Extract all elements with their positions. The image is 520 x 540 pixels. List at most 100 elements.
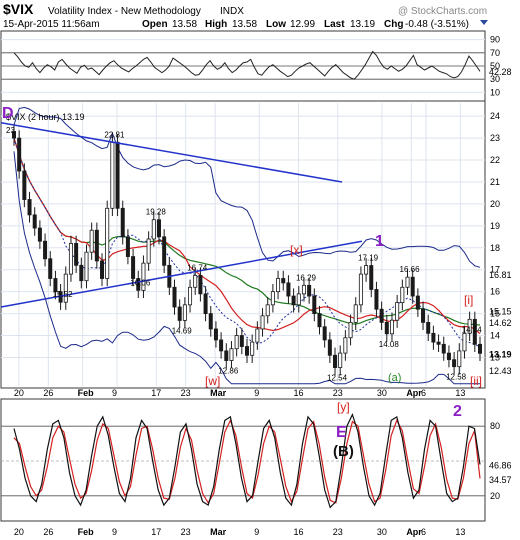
x-axis-label-bottom: 20 <box>14 527 24 537</box>
candle-body <box>203 293 208 315</box>
candle-body <box>369 265 374 290</box>
x-axis-label: 16 <box>294 388 304 398</box>
candle-body <box>426 321 431 334</box>
wave-label-b: (B) <box>333 443 354 460</box>
wave-label-2: 2 <box>453 403 462 420</box>
wave-label-e: E <box>336 424 347 441</box>
price-point-label: 16.06 <box>130 278 151 287</box>
open-label: Open <box>142 19 168 30</box>
price-tick-label: 21 <box>490 177 500 187</box>
candle-body <box>477 343 482 354</box>
x-axis-label: 30 <box>377 388 387 398</box>
candle-body <box>436 341 441 345</box>
candle-body <box>89 229 94 253</box>
candle-body <box>327 339 332 356</box>
x-axis-label-bottom: 6 <box>421 527 426 537</box>
candle-body <box>312 295 317 315</box>
price-tick-label: 19 <box>490 221 500 231</box>
price-right-label: 14.62 <box>489 318 512 328</box>
candle-body <box>441 343 446 354</box>
candle-body <box>431 332 436 343</box>
wave-label-d: D <box>2 105 14 122</box>
candle-body <box>317 313 322 328</box>
candle-body <box>457 350 462 368</box>
price-tick-label: 23 <box>490 133 500 143</box>
x-axis-label-bottom: 16 <box>294 527 304 537</box>
candle-body <box>358 273 363 306</box>
wave-label-ii: [ii] <box>470 374 482 388</box>
x-axis-label: 9 <box>112 388 117 398</box>
candle-body <box>146 238 151 264</box>
price-right-label: 16.81 <box>489 270 512 280</box>
dropdown-arrow-icon[interactable] <box>480 20 488 25</box>
candle-body <box>156 219 161 238</box>
candle-body <box>307 284 312 297</box>
candle-body <box>188 286 193 306</box>
x-axis-label-bottom: 13 <box>455 527 465 537</box>
x-axis-label: Feb <box>78 388 95 398</box>
candle-body <box>322 326 327 341</box>
x-axis-label-bottom: 9 <box>254 527 259 537</box>
rsi-tick-label: 90 <box>490 35 500 45</box>
candle-body <box>213 328 218 341</box>
price-point-label: 16.66 <box>400 265 421 274</box>
open-value: 13.58 <box>172 19 197 30</box>
candle-body <box>94 229 99 262</box>
x-axis-label-bottom: 9 <box>112 527 117 537</box>
price-point-label: 16.74 <box>187 263 208 272</box>
stoch-tick-label: 20 <box>490 491 500 501</box>
wave-label-y: [y] <box>337 400 350 414</box>
x-axis-label-bottom: 23 <box>181 527 191 537</box>
x-axis-label-bottom: 17 <box>151 527 161 537</box>
high-value: 13.58 <box>232 19 257 30</box>
wave-label-x: [x] <box>290 243 303 257</box>
price-legend: $VIX (2 hour) 13.19 <box>6 112 85 122</box>
chart-canvas: $VIX Volatility Index - New Methodology … <box>0 1 512 537</box>
x-axis-label-bottom: Feb <box>78 527 95 537</box>
candle-body <box>84 251 89 282</box>
candle-body <box>120 207 125 238</box>
x-axis-label: 6 <box>421 388 426 398</box>
candle-body <box>177 306 182 321</box>
candle-body <box>125 236 130 257</box>
x-axis-label: Apr <box>406 388 422 398</box>
candle-body <box>276 278 281 293</box>
exchange: INDX <box>220 6 244 17</box>
x-axis-label-bottom: 23 <box>333 527 343 537</box>
candle-body <box>198 275 203 295</box>
wave-label-1: 1 <box>375 233 384 250</box>
candle-body <box>244 346 249 356</box>
price-tick-label: 20 <box>490 199 500 209</box>
price-tick-label: 18 <box>490 243 500 253</box>
candle-body <box>410 276 415 297</box>
x-axis-label-bottom: 26 <box>43 527 53 537</box>
x-axis-label: 20 <box>14 388 24 398</box>
price-point-label: 12.58 <box>446 373 467 382</box>
candle-body <box>17 137 22 172</box>
candle-body <box>286 282 291 297</box>
rsi-last-label: 42.28 <box>489 67 512 77</box>
candle-body <box>421 308 426 323</box>
price-tick-label: 14 <box>490 331 500 341</box>
candle-body <box>395 302 400 321</box>
candle-body <box>260 315 265 330</box>
candle-body <box>415 295 420 310</box>
candle-body <box>379 308 384 323</box>
candle-body <box>239 335 244 347</box>
stoch-right-label: 46.86 <box>489 461 512 471</box>
price-point-label: 23 <box>6 126 15 135</box>
last-value: 13.19 <box>350 19 375 30</box>
candle-body <box>255 328 260 343</box>
chg-value: -0.48 (-3.51%) <box>405 19 469 30</box>
x-axis-label: 9 <box>254 388 259 398</box>
candle-body <box>151 219 156 240</box>
candle-body <box>250 341 255 356</box>
candle-body <box>364 265 369 275</box>
candle-body <box>219 339 224 352</box>
candle-body <box>74 243 79 266</box>
x-axis-label: Mar <box>210 388 227 398</box>
index-name: Volatility Index - New Methodology <box>48 6 201 17</box>
candle-body <box>224 350 229 361</box>
price-tick-label: 24 <box>490 111 500 121</box>
candle-body <box>79 264 84 282</box>
